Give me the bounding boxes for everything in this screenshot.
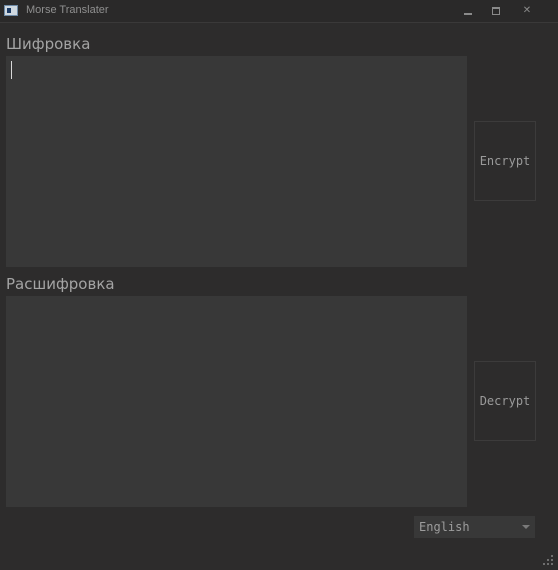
app-window-icon [4, 5, 18, 16]
window-title: Morse Translater [26, 4, 109, 16]
decrypt-input[interactable] [6, 296, 467, 507]
encrypt-input[interactable] [6, 56, 467, 267]
encrypt-button[interactable]: Encrypt [474, 121, 536, 201]
resize-grip-icon[interactable] [543, 555, 555, 567]
chevron-down-icon [522, 525, 530, 529]
title-bar[interactable]: Morse Translater ✕ [0, 0, 558, 23]
decrypt-button[interactable]: Decrypt [474, 361, 536, 441]
minimize-button[interactable] [461, 4, 475, 18]
text-cursor [11, 61, 12, 79]
close-button[interactable]: ✕ [520, 4, 534, 18]
close-icon: ✕ [522, 5, 532, 16]
encrypt-label: Шифровка [6, 35, 91, 53]
maximize-button[interactable] [489, 4, 503, 18]
main-window: Morse Translater ✕ Шифровка Encrypt Расш… [0, 0, 558, 570]
language-select-value: English [419, 520, 470, 534]
minimize-icon [464, 13, 472, 15]
language-select[interactable]: English [414, 516, 535, 538]
maximize-icon [492, 7, 500, 15]
decrypt-label: Расшифровка [6, 275, 115, 293]
